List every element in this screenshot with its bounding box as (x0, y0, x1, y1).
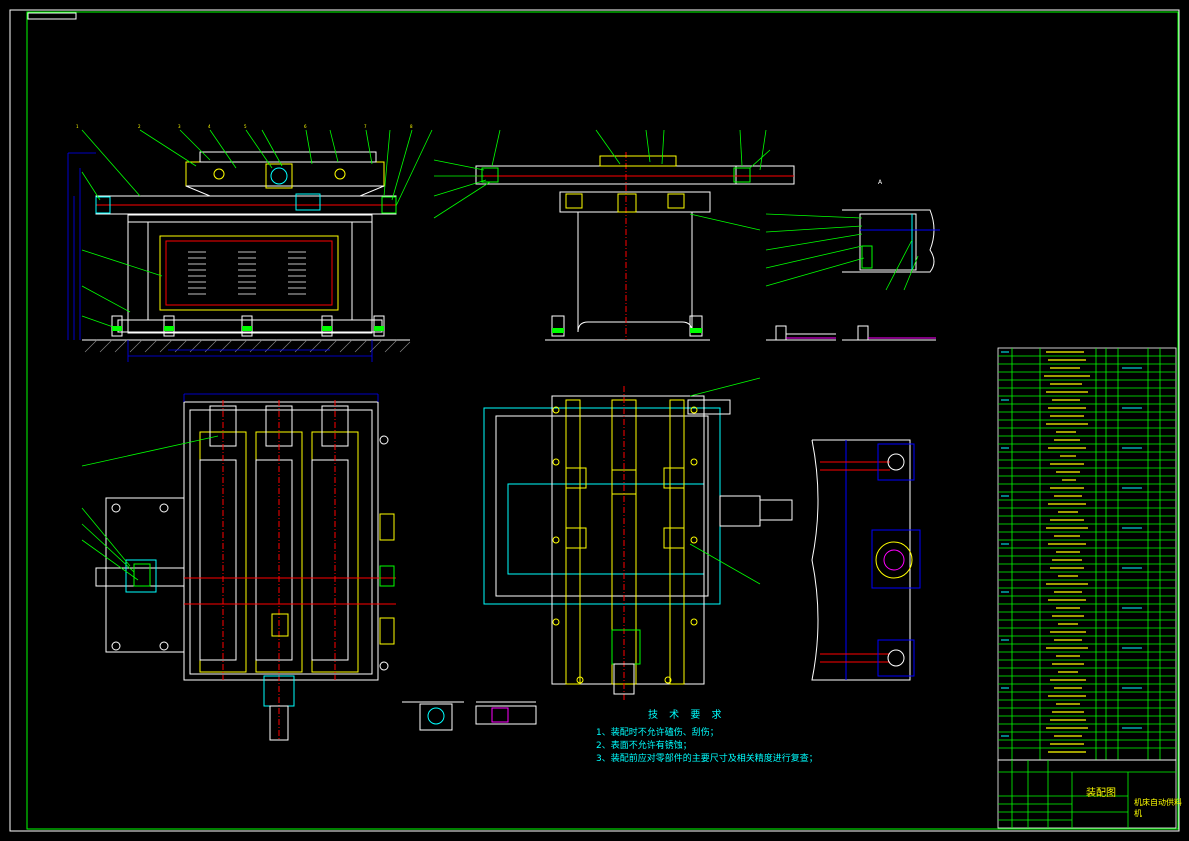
parts-list-table (997, 347, 1177, 761)
balloon: 4 (208, 124, 211, 129)
technical-requirements-title: 技 术 要 求 (648, 710, 726, 721)
balloon: 8 (410, 124, 413, 129)
requirement-line: 2、表面不允许有锈蚀； (596, 741, 692, 751)
balloon: 6 (304, 124, 307, 129)
drawing-type-label: 装配图 (1086, 788, 1116, 799)
requirement-line: 3、装配前应对零部件的主要尺寸及相关精度进行复查； (596, 754, 818, 764)
balloon: 2 (138, 124, 141, 129)
svg-text:A: A (878, 179, 883, 186)
balloon: 3 (178, 124, 181, 129)
front-elevation-view: 1 2 3 4 5 6 7 8 (67, 124, 433, 362)
plan-view (81, 393, 396, 741)
drawing-name-label: 机床自动供料机 (1134, 798, 1182, 818)
side-elevation-view (433, 129, 795, 341)
section-view-b (402, 701, 537, 731)
balloon: 5 (244, 124, 247, 129)
requirement-line: 1、装配时不允许磕伤、刮伤； (596, 728, 719, 738)
section-detail-view (811, 439, 921, 681)
balloon: 7 (364, 124, 367, 129)
detail-view-a: A (765, 179, 940, 341)
top-view (483, 377, 793, 700)
balloon: 1 (76, 124, 79, 129)
cad-drawing-sheet: 1 2 3 4 5 6 7 8 A (9, 9, 1180, 832)
technical-requirements: 技 术 要 求 1、装配时不允许磕伤、刮伤； 2、表面不允许有锈蚀； 3、装配前… (596, 706, 818, 766)
